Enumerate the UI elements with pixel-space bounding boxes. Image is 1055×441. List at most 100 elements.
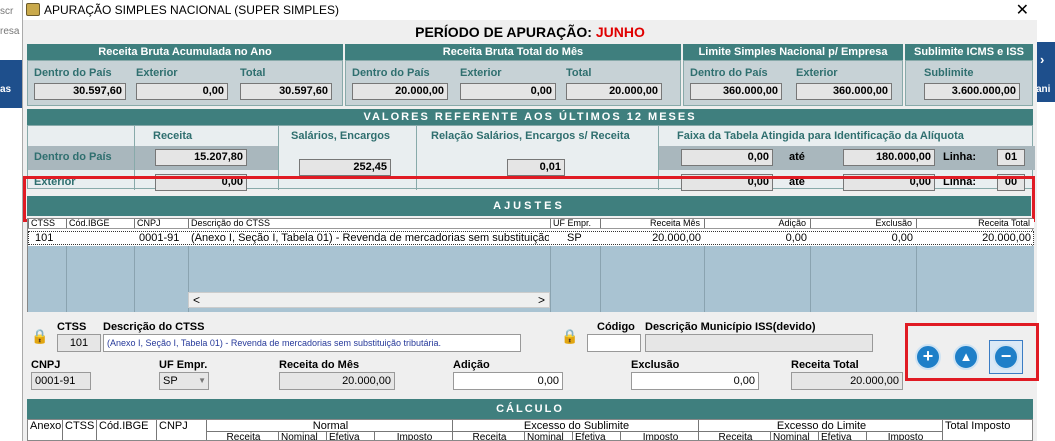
calc-sub-receita[interactable]: Receita xyxy=(206,432,278,440)
row-descricao: (Anexo I, Seção I, Tabela 01) - Revenda … xyxy=(191,232,549,244)
dentro-label: Dentro do País xyxy=(690,67,768,79)
salarios-value: 252,45 xyxy=(299,159,391,176)
relacao-value: 0,01 xyxy=(507,159,565,176)
calc-header-ctss[interactable]: CTSS xyxy=(62,420,96,440)
row-dentro-label: Dentro do País xyxy=(34,151,112,163)
descricao-field[interactable]: (Anexo I, Seção I, Tabela 01) - Revenda … xyxy=(103,334,521,352)
adicao-label: Adição xyxy=(453,359,490,371)
limite-dentro-value: 360.000,00 xyxy=(690,83,782,100)
grid-header-ctss[interactable]: CTSS xyxy=(28,219,66,228)
ultimos12-title: VALORES REFERENTE AOS ÚLTIMOS 12 MESES xyxy=(27,109,1033,125)
add-button[interactable]: + xyxy=(915,344,941,370)
title-bar: APURAÇÃO SIMPLES NACIONAL (SUPER SIMPLES… xyxy=(23,0,1037,20)
grid-header-receita-total[interactable]: Receita Total xyxy=(916,219,1034,228)
calc-sub-efetiva[interactable]: Efetiva xyxy=(326,432,374,440)
receita-acumulada-box: Dentro do País Exterior Total 30.597,60 … xyxy=(27,60,343,106)
calc-sub-nominal[interactable]: Nominal xyxy=(770,432,818,440)
calc-sub-receita[interactable]: Receita xyxy=(452,432,524,440)
horizontal-scrollbar[interactable]: < > xyxy=(188,292,550,308)
calc-header-normal[interactable]: Normal xyxy=(206,420,452,432)
total-label: Total xyxy=(240,67,266,79)
cnpj-label: CNPJ xyxy=(31,359,61,371)
col-salarios-label: Salários, Encargos xyxy=(291,130,391,142)
calc-sub-imposto[interactable]: Imposto xyxy=(620,432,698,440)
cnpj-field[interactable]: 0001-91 xyxy=(31,372,91,390)
receita-mes-field[interactable]: 20.000,00 xyxy=(279,372,395,390)
background-text: as xyxy=(0,84,12,95)
chevron-right-icon[interactable]: › xyxy=(1040,52,1044,67)
calc-header-excesso-sublimite[interactable]: Excesso do Sublimite xyxy=(452,420,698,432)
dentro-label: Dentro do País xyxy=(352,67,430,79)
receita-acumulada-title: Receita Bruta Acumulada no Ano xyxy=(27,44,343,60)
linha-1-value: 01 xyxy=(997,149,1025,166)
row-uf: SP xyxy=(567,232,582,244)
chevron-down-icon[interactable]: ▼ xyxy=(198,375,206,387)
grid-header-receita-mes[interactable]: Receita Mês xyxy=(600,219,704,228)
faixa-de-1-value: 0,00 xyxy=(681,149,773,166)
faixa-ate-1-value: 180.000,00 xyxy=(843,149,935,166)
row-receita-mes: 20.000,00 xyxy=(652,232,701,244)
highlight-box-ajustes xyxy=(23,176,1035,222)
uf-select[interactable]: SP ▼ xyxy=(159,372,209,390)
municipio-field[interactable] xyxy=(645,334,873,352)
calc-sub-imposto[interactable]: Imposto xyxy=(374,432,452,440)
total-label: Total xyxy=(566,67,592,79)
exterior-label: Exterior xyxy=(136,67,178,79)
sublimite-box: Sublimite 3.600.000,00 xyxy=(905,60,1033,106)
calc-sub-efetiva[interactable]: Efetiva xyxy=(818,432,866,440)
ajustes-grid[interactable]: CTSS Cód.IBGE CNPJ Descrição do CTSS UF … xyxy=(27,218,1034,312)
calc-header-excesso-limite[interactable]: Excesso do Limite xyxy=(698,420,942,432)
calc-header-ibge[interactable]: Cód.IBGE xyxy=(96,420,156,440)
acumulada-dentro-value: 30.597,60 xyxy=(34,83,126,100)
calc-sub-nominal[interactable]: Nominal xyxy=(524,432,572,440)
grid-header-descricao[interactable]: Descrição do CTSS xyxy=(188,219,550,228)
col-faixa-label: Faixa da Tabela Atingida para Identifica… xyxy=(677,130,964,142)
receita-total-field[interactable]: 20.000,00 xyxy=(791,372,903,390)
acumulada-exterior-value: 0,00 xyxy=(136,83,228,100)
calc-sub-efetiva[interactable]: Efetiva xyxy=(572,432,620,440)
periodo-month: JUNHO xyxy=(595,24,645,40)
move-up-button[interactable]: ▲ xyxy=(953,344,979,370)
sublimite-value: 3.600.000,00 xyxy=(924,83,1020,100)
row-adicao: 0,00 xyxy=(785,232,807,244)
apuracao-window: APURAÇÃO SIMPLES NACIONAL (SUPER SIMPLES… xyxy=(22,0,1039,441)
background-app-left: scr resa as xyxy=(0,0,22,441)
grid-header-exclusao[interactable]: Exclusão xyxy=(810,219,916,228)
scroll-right-icon[interactable]: > xyxy=(538,293,545,307)
receita-mes-box: Dentro do País Exterior Total 20.000,00 … xyxy=(345,60,681,106)
app-icon xyxy=(26,3,40,16)
limite-box: Dentro do País Exterior 360.000,00 360.0… xyxy=(683,60,903,106)
exclusao-label: Exclusão xyxy=(631,359,680,371)
dentro-label: Dentro do País xyxy=(34,67,112,79)
grid-header-cnpj[interactable]: CNPJ xyxy=(134,219,188,228)
window-title: APURAÇÃO SIMPLES NACIONAL (SUPER SIMPLES… xyxy=(44,3,339,17)
close-icon[interactable]: ✕ xyxy=(1016,0,1029,20)
calc-header-total-imposto[interactable]: Total Imposto xyxy=(942,420,1032,440)
calc-header-anexo[interactable]: Anexo xyxy=(28,420,62,440)
mes-total-value: 20.000,00 xyxy=(566,83,662,100)
ctss-label: CTSS xyxy=(57,321,87,333)
grid-header-ibge[interactable]: Cód.IBGE xyxy=(66,219,134,228)
acumulada-total-value: 30.597,60 xyxy=(240,83,332,100)
periodo-heading: PERÍODO DE APURAÇÃO: JUNHO xyxy=(23,24,1037,40)
row-cnpj: 0001-91 xyxy=(139,232,180,244)
codigo-field[interactable] xyxy=(587,334,641,352)
adicao-field[interactable]: 0,00 xyxy=(453,372,563,390)
periodo-label: PERÍODO DE APURAÇÃO: xyxy=(415,24,592,40)
descricao-label: Descrição do CTSS xyxy=(103,321,205,333)
ctss-field[interactable]: 101 xyxy=(57,334,101,352)
receita-mes-title: Receita Bruta Total do Mês xyxy=(345,44,681,60)
exterior-label: Exterior xyxy=(460,67,502,79)
remove-button[interactable]: − xyxy=(993,344,1019,370)
calc-sub-imposto[interactable]: Imposto xyxy=(866,432,942,440)
grid-header-uf[interactable]: UF Empr. xyxy=(550,219,600,228)
calc-sub-nominal[interactable]: Nominal xyxy=(278,432,326,440)
table-row[interactable]: 101 0001-91 (Anexo I, Seção I, Tabela 01… xyxy=(28,231,1034,245)
scroll-left-icon[interactable]: < xyxy=(193,293,200,307)
calc-sub-receita[interactable]: Receita xyxy=(698,432,770,440)
exclusao-field[interactable]: 0,00 xyxy=(631,372,759,390)
sublimite-title: Sublimite ICMS e ISS xyxy=(905,44,1033,60)
row-ctss: 101 xyxy=(35,232,54,244)
grid-header-adicao[interactable]: Adição xyxy=(704,219,810,228)
calc-header-cnpj[interactable]: CNPJ xyxy=(156,420,206,440)
